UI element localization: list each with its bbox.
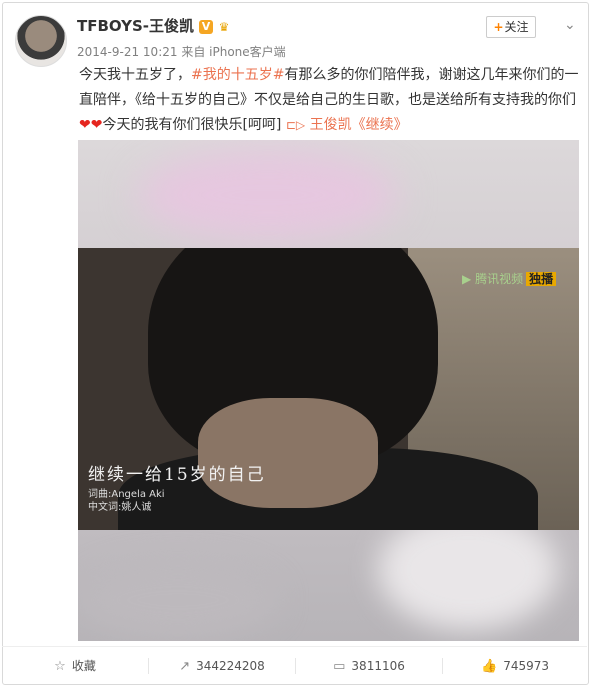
verified-v-icon: V (199, 19, 214, 34)
video-link[interactable]: ⊏▷ 王俊凯《继续》 (286, 117, 408, 133)
weibo-post-card: TFBOYS-王俊凯 V ♛ 2014-9-21 10:21 来自 iPhone客户… (2, 2, 589, 685)
like-button[interactable]: 👍 745973 (443, 647, 587, 685)
crown-icon: ♛ (218, 19, 230, 34)
video-logo: ▶ 腾讯视频 独播 (462, 270, 557, 287)
video-subtitle: 继续一给15岁的自己 (88, 465, 266, 485)
video-logo-text: 腾讯视频 (475, 272, 524, 286)
like-count: 745973 (503, 659, 549, 673)
avatar[interactable] (15, 15, 67, 67)
video-link-text[interactable]: 王俊凯《继续》 (310, 117, 408, 133)
author-name[interactable]: TFBOYS-王俊凯 V ♛ (77, 15, 232, 36)
video-frame[interactable]: ▶ 腾讯视频 独播 继续一给15岁的自己 词曲:Angela Aki 中文词:姚人… (78, 248, 579, 530)
comment-icon: ▭ (333, 659, 346, 674)
repost-icon: ↗ (179, 659, 191, 674)
blurred-background (78, 560, 278, 640)
follow-button[interactable]: +关注 (486, 16, 536, 38)
video-logo-icon: ▶ (462, 272, 472, 286)
video-credits: 词曲:Angela Aki 中文词:姚人诚 (88, 488, 165, 514)
credit-line: 词曲:Angela Aki (88, 489, 165, 500)
credit-line: 中文词:姚人诚 (88, 502, 152, 513)
author-name-text[interactable]: TFBOYS-王俊凯 (77, 17, 194, 35)
repost-count: 344224208 (196, 659, 265, 673)
video-thumbnail[interactable]: ▶ 腾讯视频 独播 继续一给15岁的自己 词曲:Angela Aki 中文词:姚人… (78, 140, 579, 641)
thumbs-up-icon: 👍 (481, 659, 498, 674)
collect-button[interactable]: ☆ 收藏 (2, 647, 148, 685)
star-icon: ☆ (54, 659, 66, 674)
post-text: 今天我十五岁了，#我的十五岁#有那么多的你们陪伴我，谢谢这几年来你们的一直陪伴，… (79, 63, 579, 138)
post-meta: 2014-9-21 10:21 来自 iPhone客户端 (77, 43, 286, 60)
video-icon: ⊏▷ (285, 118, 306, 132)
action-bar: ☆ 收藏 ↗ 344224208 ▭ 3811106 👍 745973 (2, 646, 587, 685)
exclusive-badge: 独播 (526, 272, 557, 286)
chevron-down-icon[interactable]: ⌄ (564, 17, 576, 33)
plus-icon: + (493, 20, 504, 34)
frame-face (198, 398, 378, 508)
follow-label: 关注 (504, 20, 529, 34)
post-text-part1: 今天我十五岁了， (79, 67, 191, 83)
blurred-background (138, 150, 398, 240)
post-source: 来自 iPhone客户端 (181, 45, 286, 59)
collect-label: 收藏 (71, 659, 96, 673)
timestamp[interactable]: 2014-9-21 10:21 (77, 45, 178, 59)
heart-emoji: ❤❤ (79, 117, 103, 133)
post-text-part3: 今天的我有你们很快乐[呵呵] (102, 117, 282, 133)
comment-count: 3811106 (351, 659, 405, 673)
repost-button[interactable]: ↗ 344224208 (149, 647, 295, 685)
hashtag-link[interactable]: #我的十五岁# (191, 67, 284, 83)
comment-button[interactable]: ▭ 3811106 (296, 647, 442, 685)
